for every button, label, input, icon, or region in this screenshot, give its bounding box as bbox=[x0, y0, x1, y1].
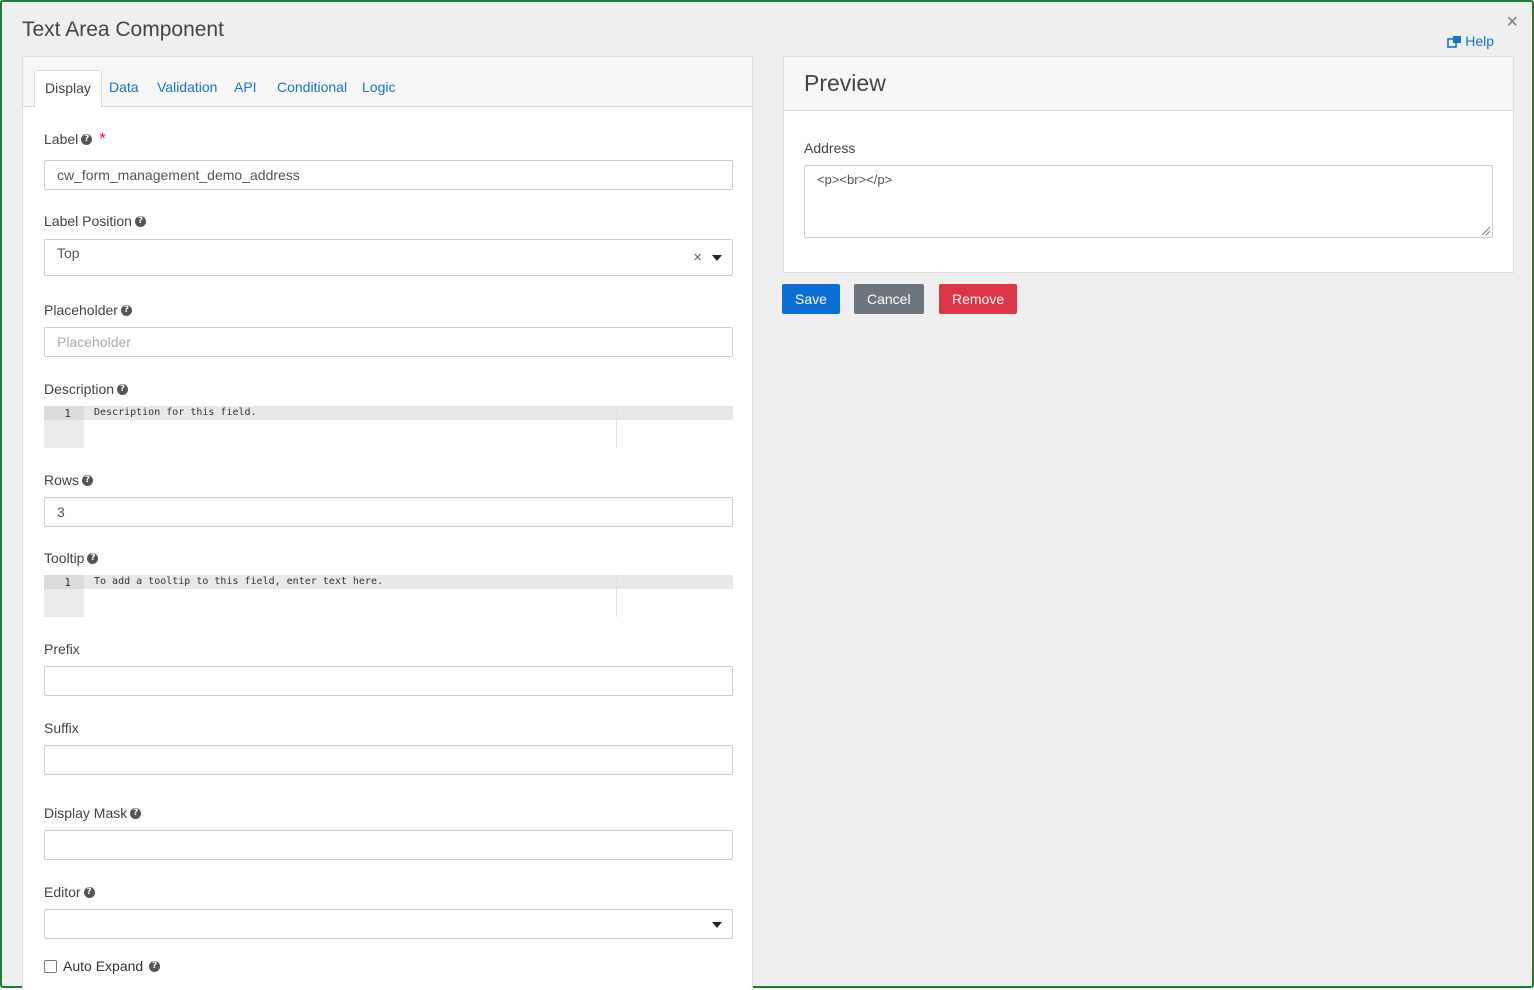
label-position-label-text: Label Position bbox=[44, 213, 132, 229]
question-circle-icon[interactable]: ? bbox=[134, 215, 146, 227]
settings-panel: Display Data Validation API Conditional … bbox=[22, 56, 753, 990]
tooltip-label-text: Tooltip bbox=[44, 550, 85, 566]
question-circle-icon[interactable]: ? bbox=[83, 886, 95, 898]
suffix-field-label: Suffix bbox=[44, 720, 79, 736]
display-mask-label-text: Display Mask bbox=[44, 805, 128, 821]
cancel-button[interactable]: Cancel bbox=[854, 284, 924, 314]
question-circle-icon[interactable]: ? bbox=[81, 133, 93, 145]
editor-gutter: 1 bbox=[44, 575, 84, 617]
tooltip-field-label: Tooltip ? bbox=[44, 550, 99, 566]
description-label-text: Description bbox=[44, 381, 115, 397]
tab-logic[interactable]: Logic bbox=[352, 70, 405, 107]
placeholder-input[interactable]: Placeholder bbox=[44, 327, 733, 357]
display-mask-input[interactable] bbox=[44, 830, 733, 860]
clear-icon[interactable]: × bbox=[693, 249, 702, 266]
tooltip-editor-text: To add a tooltip to this field, enter te… bbox=[94, 576, 383, 587]
label-input[interactable]: cw_form_management_demo_address bbox=[44, 160, 733, 190]
question-circle-icon[interactable]: ? bbox=[87, 552, 99, 564]
line-number: 1 bbox=[64, 407, 71, 420]
tooltip-code-editor[interactable]: 1 To add a tooltip to this field, enter … bbox=[44, 575, 733, 617]
placeholder-label-text: Placeholder bbox=[44, 302, 118, 318]
suffix-label-text: Suffix bbox=[44, 720, 79, 736]
description-field-label: Description ? bbox=[44, 381, 129, 397]
question-circle-icon[interactable]: ? bbox=[117, 383, 129, 395]
label-position-select[interactable]: Top × bbox=[44, 239, 733, 276]
tab-validation[interactable]: Validation bbox=[147, 70, 227, 107]
close-icon[interactable]: × bbox=[1506, 12, 1518, 32]
prefix-input[interactable] bbox=[44, 666, 733, 696]
component-settings-modal: Text Area Component × Help Display Data … bbox=[0, 0, 1534, 990]
prefix-label-text: Prefix bbox=[44, 641, 80, 657]
print-margin bbox=[616, 575, 617, 617]
help-link[interactable]: Help bbox=[1447, 33, 1494, 49]
modal-title: Text Area Component bbox=[22, 18, 224, 41]
preview-address-textarea[interactable]: <p><br></p> bbox=[804, 165, 1493, 238]
display-mask-field-label: Display Mask ? bbox=[44, 805, 142, 821]
editor-gutter: 1 bbox=[44, 406, 84, 448]
label-field-label: Label ? * bbox=[44, 129, 106, 148]
rows-field-label: Rows ? bbox=[44, 472, 94, 488]
line-number: 1 bbox=[64, 576, 71, 589]
question-circle-icon[interactable]: ? bbox=[130, 807, 142, 819]
auto-expand-checkbox[interactable] bbox=[44, 959, 57, 973]
auto-expand-row: Auto Expand ? bbox=[44, 958, 161, 974]
label-label-text: Label bbox=[44, 131, 79, 147]
preview-field-label: Address bbox=[804, 140, 856, 156]
preview-title: Preview bbox=[804, 70, 886, 96]
editor-label-text: Editor bbox=[44, 884, 81, 900]
tab-bar: Display Data Validation API Conditional … bbox=[23, 57, 752, 108]
chevron-down-icon[interactable] bbox=[712, 255, 722, 261]
auto-expand-label[interactable]: Auto Expand bbox=[63, 958, 143, 974]
tab-api[interactable]: API bbox=[224, 70, 267, 107]
prefix-field-label: Prefix bbox=[44, 641, 80, 657]
resize-handle-icon[interactable] bbox=[1482, 227, 1490, 235]
label-position-field-label: Label Position ? bbox=[44, 213, 146, 229]
suffix-input[interactable] bbox=[44, 745, 733, 775]
preview-textarea-value: <p><br></p> bbox=[817, 172, 893, 187]
tab-conditional[interactable]: Conditional bbox=[267, 70, 357, 107]
rows-input[interactable]: 3 bbox=[44, 497, 733, 527]
placeholder-field-label: Placeholder ? bbox=[44, 302, 132, 318]
rows-label-text: Rows bbox=[44, 472, 80, 488]
required-asterisk: * bbox=[99, 129, 106, 148]
description-editor-text: Description for this field. bbox=[94, 407, 257, 418]
tab-data[interactable]: Data bbox=[99, 70, 149, 107]
editor-select[interactable] bbox=[44, 909, 733, 939]
print-margin bbox=[616, 406, 617, 448]
external-link-icon bbox=[1447, 35, 1462, 48]
save-button[interactable]: Save bbox=[782, 284, 840, 314]
description-code-editor[interactable]: 1 Description for this field. bbox=[44, 406, 733, 448]
label-position-value: Top bbox=[57, 245, 80, 261]
question-circle-icon[interactable]: ? bbox=[120, 304, 132, 316]
preview-header: Preview bbox=[784, 57, 1513, 111]
question-circle-icon[interactable]: ? bbox=[82, 474, 94, 486]
remove-button[interactable]: Remove bbox=[939, 284, 1018, 314]
question-circle-icon[interactable]: ? bbox=[149, 960, 161, 972]
chevron-down-icon[interactable] bbox=[712, 922, 722, 928]
help-label: Help bbox=[1465, 33, 1494, 49]
tab-display[interactable]: Display bbox=[34, 70, 102, 108]
editor-field-label: Editor ? bbox=[44, 884, 95, 900]
preview-panel: Preview Address <p><br></p> bbox=[783, 56, 1514, 273]
